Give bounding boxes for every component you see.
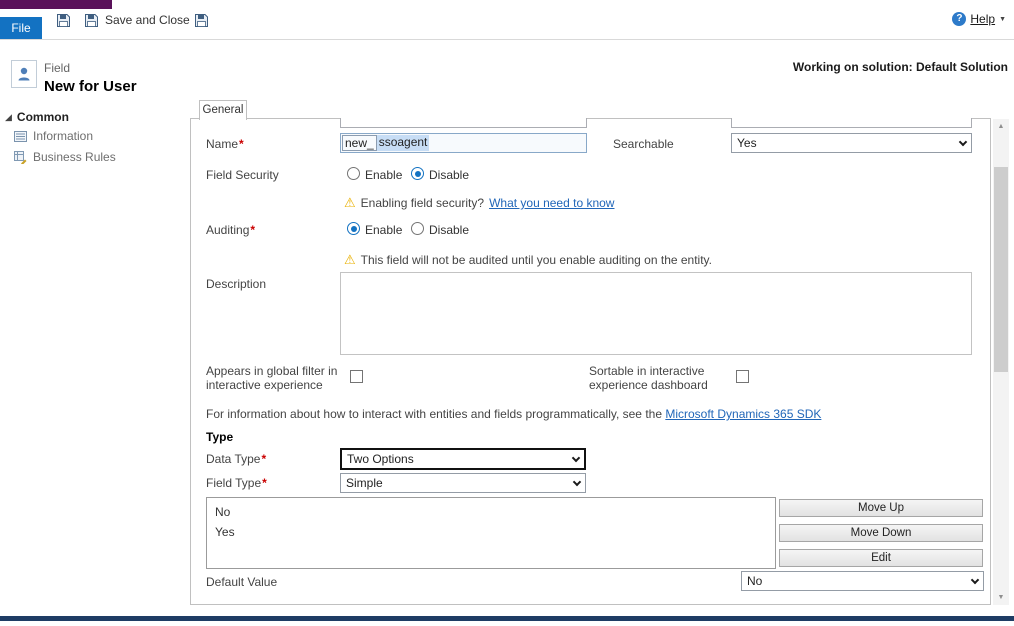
form-panel: Name* new_ ssoagent Searchable Yes Field…: [190, 118, 991, 605]
name-prefix: new_: [342, 135, 377, 151]
information-icon: [14, 130, 27, 143]
sidebar-group-label: Common: [17, 110, 69, 124]
default-value-select[interactable]: No: [741, 571, 984, 591]
field-type-value: Simple: [346, 476, 383, 490]
name-input[interactable]: new_ ssoagent: [340, 133, 587, 153]
save-and-close-button[interactable]: Save and Close: [84, 11, 190, 29]
field-type-select[interactable]: Simple: [340, 473, 586, 493]
type-section-heading: Type: [206, 430, 233, 444]
description-label: Description: [206, 277, 266, 291]
move-down-button[interactable]: Move Down: [779, 524, 983, 542]
data-type-select[interactable]: Two Options: [340, 448, 586, 470]
required-marker: *: [239, 137, 244, 151]
field-security-enable-label: Enable: [365, 168, 402, 182]
help-label: Help: [970, 12, 995, 26]
sidebar-group-common[interactable]: ◢ Common: [5, 110, 69, 124]
name-label: Name*: [206, 137, 244, 151]
option-item[interactable]: Yes: [207, 522, 775, 542]
collapse-icon: ◢: [5, 112, 12, 123]
default-value: No: [747, 574, 762, 588]
save-and-new-button[interactable]: [194, 11, 209, 29]
tab-general[interactable]: General: [199, 100, 247, 120]
searchable-select[interactable]: Yes: [731, 133, 972, 153]
clipped-input-left[interactable]: [340, 118, 587, 128]
sidebar-item-business-rules[interactable]: Business Rules: [14, 150, 116, 164]
business-rules-icon: [14, 151, 27, 164]
chevron-down-icon: ▼: [999, 16, 1006, 23]
chevron-down-icon: [954, 134, 971, 152]
scroll-up-icon[interactable]: ▲: [993, 119, 1009, 134]
save-and-close-icon: [84, 13, 99, 28]
field-security-warning: ⚠ Enabling field security? What you need…: [344, 195, 614, 211]
form-scrollbar[interactable]: ▲ ▼: [993, 119, 1009, 605]
entity-type-label: Field: [44, 61, 70, 75]
move-up-button[interactable]: Move Up: [779, 499, 983, 517]
sortable-checkbox[interactable]: [736, 370, 749, 383]
footer-bar: [0, 616, 1014, 621]
help-menu[interactable]: ? Help ▼: [952, 12, 1006, 26]
field-security-disable-radio[interactable]: [411, 167, 424, 180]
auditing-enable-radio[interactable]: [347, 222, 360, 235]
global-filter-checkbox[interactable]: [350, 370, 363, 383]
save-and-close-label: Save and Close: [105, 13, 190, 27]
sortable-label: Sortable in interactive experience dashb…: [589, 364, 739, 392]
save-icon: [56, 13, 71, 28]
field-type-label: Field Type*: [206, 476, 267, 490]
chevron-down-icon: [567, 450, 584, 468]
field-security-help-link[interactable]: What you need to know: [489, 196, 614, 210]
data-type-label: Data Type*: [206, 452, 266, 466]
auditing-enable-label: Enable: [365, 223, 402, 237]
working-on-solution: Working on solution: Default Solution: [793, 60, 1008, 74]
window-titlebar-fragment: [0, 0, 112, 9]
auditing-disable-label: Disable: [429, 223, 469, 237]
sdk-link[interactable]: Microsoft Dynamics 365 SDK: [665, 407, 821, 421]
scroll-down-icon[interactable]: ▼: [993, 590, 1009, 605]
chevron-down-icon: [568, 474, 585, 492]
warning-text: This field will not be audited until you…: [361, 253, 712, 267]
scrollbar-thumb[interactable]: [994, 167, 1008, 372]
sdk-note-text: For information about how to interact wi…: [206, 407, 662, 421]
sidebar-item-label: Information: [33, 129, 93, 143]
clipped-input-right[interactable]: [731, 118, 972, 128]
required-marker: *: [262, 476, 267, 490]
help-icon: ?: [952, 12, 966, 26]
field-security-disable-label: Disable: [429, 168, 469, 182]
auditing-disable-radio[interactable]: [411, 222, 424, 235]
save-and-new-icon: [194, 13, 209, 28]
searchable-value: Yes: [737, 136, 757, 150]
options-listbox[interactable]: No Yes: [206, 497, 776, 569]
option-item[interactable]: No: [207, 502, 775, 522]
warning-text: Enabling field security?: [361, 196, 484, 210]
description-textarea[interactable]: [340, 272, 972, 355]
toolbar-separator: [0, 39, 1014, 40]
warning-icon: ⚠: [344, 252, 356, 268]
user-icon: [16, 66, 32, 82]
field-security-enable-radio[interactable]: [347, 167, 360, 180]
field-entity-icon: [11, 60, 37, 88]
field-security-label: Field Security: [206, 168, 279, 182]
data-type-value: Two Options: [347, 452, 414, 466]
searchable-label: Searchable: [613, 137, 674, 151]
required-marker: *: [261, 452, 266, 466]
name-value: ssoagent: [377, 135, 430, 151]
page-title: New for User: [44, 78, 137, 95]
auditing-warning: ⚠ This field will not be audited until y…: [344, 252, 712, 268]
sdk-note: For information about how to interact wi…: [206, 407, 821, 421]
edit-button[interactable]: Edit: [779, 549, 983, 567]
required-marker: *: [250, 223, 255, 237]
sidebar-item-label: Business Rules: [33, 150, 116, 164]
crm-new-field-window: Save and Close ? Help ▼ File Field New f…: [0, 0, 1014, 626]
global-filter-label: Appears in global filter in interactive …: [206, 364, 341, 392]
file-tab[interactable]: File: [0, 17, 42, 39]
auditing-label: Auditing*: [206, 223, 255, 237]
save-button[interactable]: [56, 11, 71, 29]
chevron-down-icon: [966, 572, 983, 590]
default-value-label: Default Value: [206, 575, 277, 589]
sidebar-item-information[interactable]: Information: [14, 129, 93, 143]
warning-icon: ⚠: [344, 195, 356, 211]
